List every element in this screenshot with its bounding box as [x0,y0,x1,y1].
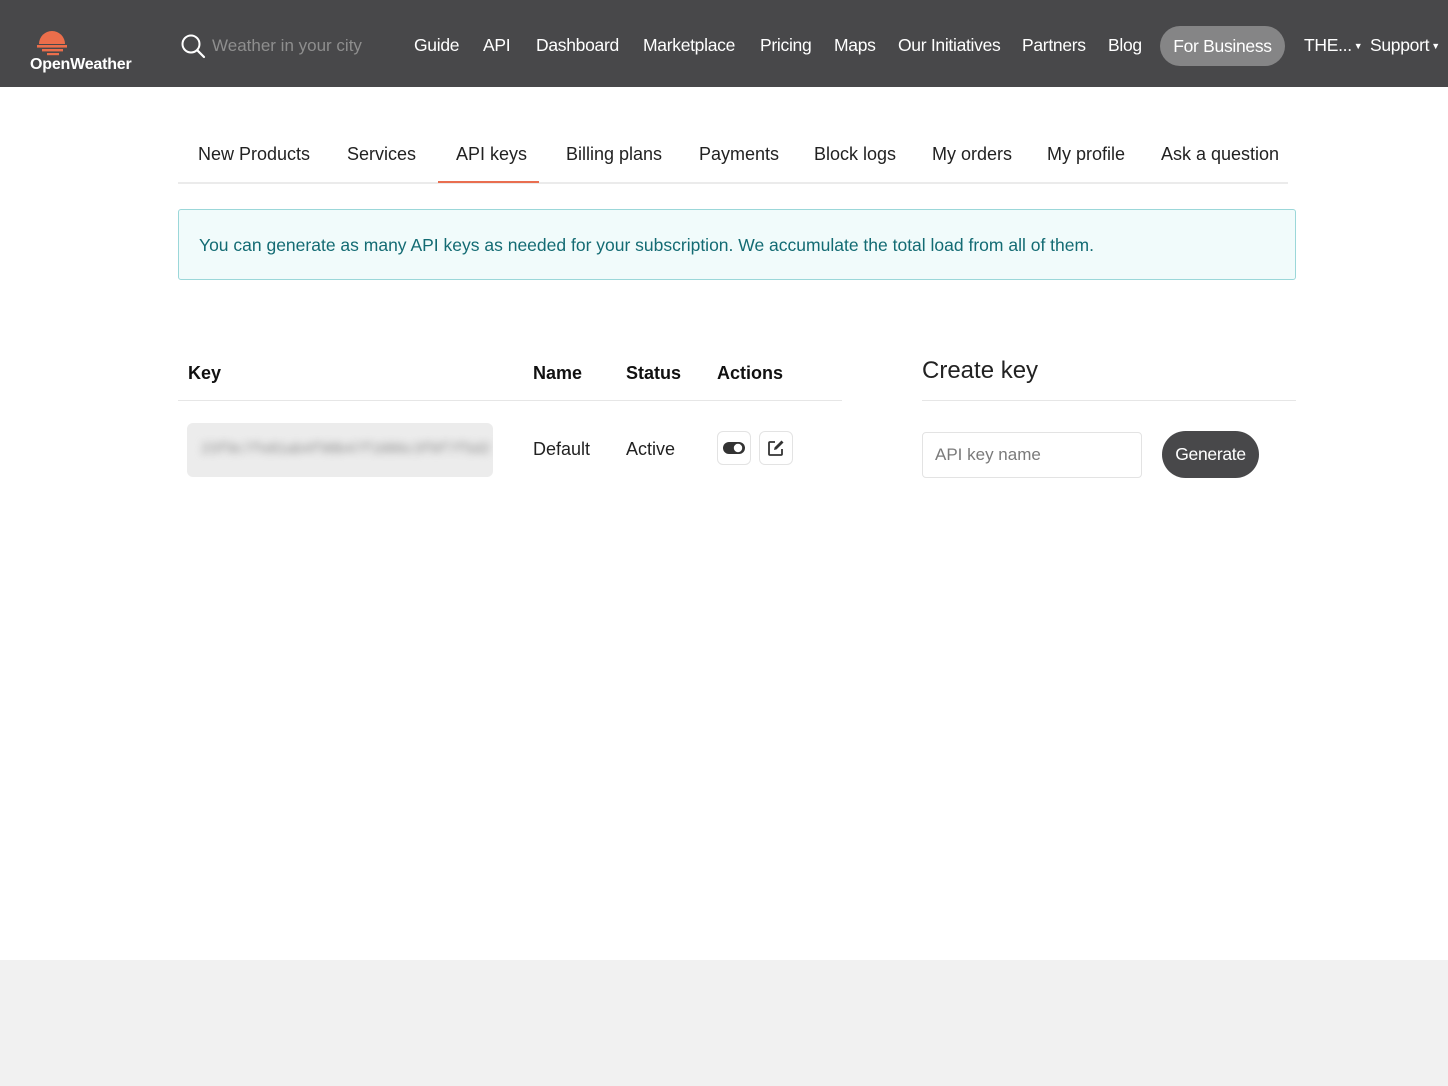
support-menu[interactable]: Support ▼ [1370,35,1440,56]
main-nav: Guide API Dashboard Marketplace Pricing … [0,0,1448,87]
tab-billing-plans[interactable]: Billing plans [566,144,662,165]
for-business-label: For Business [1173,35,1272,56]
key-name-cell: Default [533,439,591,459]
column-header-actions: Actions [717,363,784,383]
create-key-divider [922,400,1296,401]
account-tabs: New Products Services API keys Billing p… [178,120,1288,184]
nav-our-initiatives[interactable]: Our Initiatives [898,35,1001,56]
toggle-key-button[interactable] [717,431,751,465]
api-key-field[interactable]: 23f9c7fe81ab4f98b47f1086c3f0f7f5d2 [187,423,493,477]
api-key-value: 23f9c7fe81ab4f98b47f1086c3f0f7f5d2 [201,441,491,458]
nav-maps[interactable]: Maps [834,35,876,56]
column-header-name: Name [533,363,583,383]
column-header-status: Status [626,363,682,383]
tab-payments[interactable]: Payments [699,144,779,165]
top-navbar: OpenWeather Guide API Dashboard Marketpl… [0,0,1448,87]
api-key-name-input[interactable] [922,432,1142,478]
table-divider [178,400,842,401]
nav-guide[interactable]: Guide [414,35,460,56]
nav-marketplace[interactable]: Marketplace [643,35,735,56]
nav-dashboard[interactable]: Dashboard [536,35,619,56]
caret-down-icon: ▼ [1431,41,1440,51]
nav-api[interactable]: API [483,35,511,56]
edit-key-button[interactable] [759,431,793,465]
tab-my-orders[interactable]: My orders [932,144,1012,165]
toggle-icon [723,442,745,454]
tab-new-products[interactable]: New Products [198,144,310,165]
info-banner: You can generate as many API keys as nee… [178,209,1296,280]
tab-api-keys[interactable]: API keys [456,144,527,165]
tab-ask-a-question[interactable]: Ask a question [1161,144,1279,165]
nav-partners[interactable]: Partners [1022,35,1086,56]
info-banner-text: You can generate as many API keys as nee… [199,235,1094,255]
create-key-panel: Create key Generate [922,345,1296,505]
footer-band [0,960,1448,1086]
edit-icon [768,440,784,456]
create-key-title: Create key [922,357,1039,384]
user-menu[interactable]: THE... ▼ [1304,35,1363,56]
for-business-button[interactable]: For Business [1160,26,1285,66]
user-menu-label: THE... [1304,35,1352,55]
nav-blog[interactable]: Blog [1108,35,1142,56]
active-tab-indicator [438,181,539,183]
support-menu-label: Support [1370,35,1430,55]
api-keys-table: Key Name Status Actions 23f9c7fe81ab4f98… [178,345,842,505]
column-header-key: Key [188,363,222,383]
caret-down-icon: ▼ [1353,41,1363,51]
nav-pricing[interactable]: Pricing [760,35,812,56]
tab-my-profile[interactable]: My profile [1047,144,1125,165]
key-status-cell: Active [626,439,676,459]
tab-block-logs[interactable]: Block logs [814,144,896,165]
generate-button[interactable]: Generate [1162,431,1259,478]
tab-services[interactable]: Services [347,144,416,165]
